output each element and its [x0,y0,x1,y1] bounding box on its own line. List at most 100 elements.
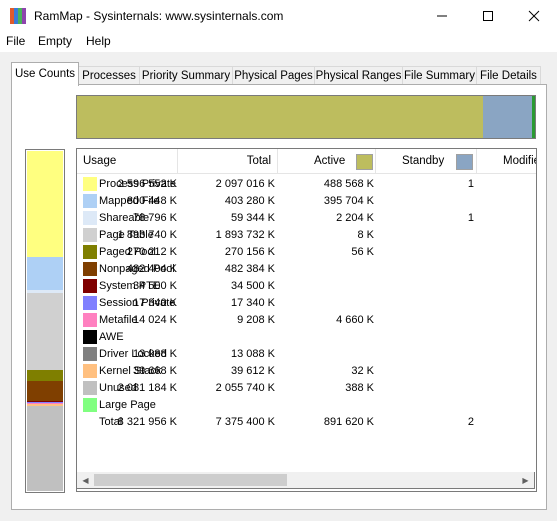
table-row[interactable]: Shareable 78 796 K 59 344 K2 204 K1 [77,210,536,227]
table-row[interactable]: Large Page [77,397,536,414]
active-value: 17 340 K [230,297,275,309]
table-row[interactable]: Page Table 1 893 740 K1 893 732 K8 K [77,227,536,244]
maximize-button[interactable] [465,0,511,32]
table-row[interactable]: Total 8 321 956 K7 375 400 K 891 620 K2 [77,414,536,431]
standby-value: 388 K [345,382,374,394]
standby-value: 488 568 K [323,178,374,190]
total-value: 1 893 740 K [117,229,177,241]
active-value: 7 375 400 K [215,416,275,428]
table-row[interactable]: Process Private 2 596 552 K2 097 016 K 488… [77,176,536,193]
total-value: 17 340 K [132,297,177,309]
active-value: 482 384 K [224,263,275,275]
title-bar: RamMap - Sysinternals: www.sysinternals.… [0,0,557,32]
active-value: 403 280 K [224,195,275,207]
usage-label: AWE [99,331,124,343]
table-row[interactable]: Metafile 14 024 K 9 208 K 4 660 K [77,312,536,329]
rammap-app-icon [10,8,26,24]
total-value: 8 321 956 K [117,416,177,428]
menu-help[interactable]: Help [86,34,111,48]
horizontal-scrollbar[interactable]: ◀ ▶ [76,472,535,489]
row-color-swatch [83,194,97,208]
tab-file-summary[interactable]: File Summary [402,66,477,85]
maximize-icon [483,11,493,21]
standby-value: 32 K [351,365,374,377]
column-modified[interactable]: Modifie [477,149,536,173]
row-color-swatch [83,330,97,344]
scroll-right-icon[interactable]: ▶ [520,475,531,486]
standby-color-swatch [456,154,473,170]
column-total[interactable]: Total [178,149,278,173]
standby-value: 4 660 K [336,314,374,326]
total-value: 800 448 K [126,195,177,207]
total-value: 482 404 K [126,263,177,275]
table-row[interactable]: Session Private 17 340 K 17 340 K [77,295,536,312]
row-color-swatch [83,313,97,327]
table-row[interactable]: System PTE 34 500 K 34 500 K [77,278,536,295]
modified-value: 2 [467,416,474,428]
active-value: 9 208 K [237,314,275,326]
table-row[interactable]: Driver Locked 13 088 K 13 088 K [77,346,536,363]
modified-value: 1 [467,178,474,190]
usage-segment-page-table [27,292,63,371]
memory-state-bar [76,95,536,139]
menu-empty[interactable]: Empty [38,34,72,48]
window-title: RamMap - Sysinternals: www.sysinternals.… [34,9,284,23]
table-row[interactable]: AWE [77,329,536,346]
active-value: 34 500 K [230,280,275,292]
row-color-swatch [83,279,97,293]
usage-segment-process-private [27,151,63,258]
table-row[interactable]: Mapped File 800 448 K 403 280 K 395 704 K [77,193,536,210]
state-segment-active [77,96,483,138]
menu-file[interactable]: File [6,34,25,48]
state-segment-modified [531,96,535,138]
minimize-button[interactable] [419,0,465,32]
scroll-left-icon[interactable]: ◀ [80,475,91,486]
close-icon [528,10,540,22]
active-value: 2 097 016 K [215,178,275,190]
tab-processes[interactable]: Processes [78,66,140,85]
usage-label: Metafile [99,314,138,326]
usage-segment-unused [27,406,63,491]
column-standby[interactable]: Standby [376,149,477,173]
total-value: 39 668 K [132,365,177,377]
tab-priority-summary[interactable]: Priority Summary [139,66,233,85]
table-row[interactable]: Unused 2 081 184 K2 055 740 K 388 K [77,380,536,397]
tab-use-counts[interactable]: Use Counts [11,62,79,86]
row-color-swatch [83,398,97,412]
row-color-swatch [83,245,97,259]
scroll-thumb[interactable] [94,474,287,486]
usage-segment-mapped-file [27,257,63,290]
use-counts-table: Usage Total Active Standby Modifie Proce… [76,148,537,492]
total-value: 270 212 K [126,246,177,258]
tab-physical-ranges[interactable]: Physical Ranges [314,66,403,85]
column-active[interactable]: Active [278,149,376,173]
total-value: 78 796 K [132,212,177,224]
tab-file-details[interactable]: File Details [476,66,541,85]
active-value: 13 088 K [230,348,275,360]
minimize-icon [437,15,447,17]
active-value: 1 893 732 K [215,229,275,241]
total-value: 34 500 K [132,280,177,292]
active-color-swatch [356,154,373,170]
active-value: 39 612 K [230,365,275,377]
modified-value: 1 [467,212,474,224]
table-row[interactable]: Kernel Stack 39 668 K 39 612 K 32 K [77,363,536,380]
close-button[interactable] [511,0,557,32]
total-value: 2 596 552 K [117,178,177,190]
state-segment-standby [482,96,532,138]
table-row[interactable]: Paged Pool 270 212 K 270 156 K 56 K [77,244,536,261]
tab-physical-pages[interactable]: Physical Pages [232,66,315,85]
table-header: Usage Total Active Standby Modifie [77,149,536,174]
standby-value: 56 K [351,246,374,258]
row-color-swatch [83,296,97,310]
row-color-swatch [83,347,97,361]
usage-segment-paged-pool [27,370,63,382]
row-color-swatch [83,364,97,378]
row-color-swatch [83,228,97,242]
usage-label: Large Page [99,399,156,411]
active-value: 270 156 K [224,246,275,258]
table-row[interactable]: Nonpaged Pool 482 404 K 482 384 K [77,261,536,278]
memory-usage-bar [25,149,65,493]
column-usage[interactable]: Usage [77,149,178,173]
row-color-swatch [83,211,97,225]
